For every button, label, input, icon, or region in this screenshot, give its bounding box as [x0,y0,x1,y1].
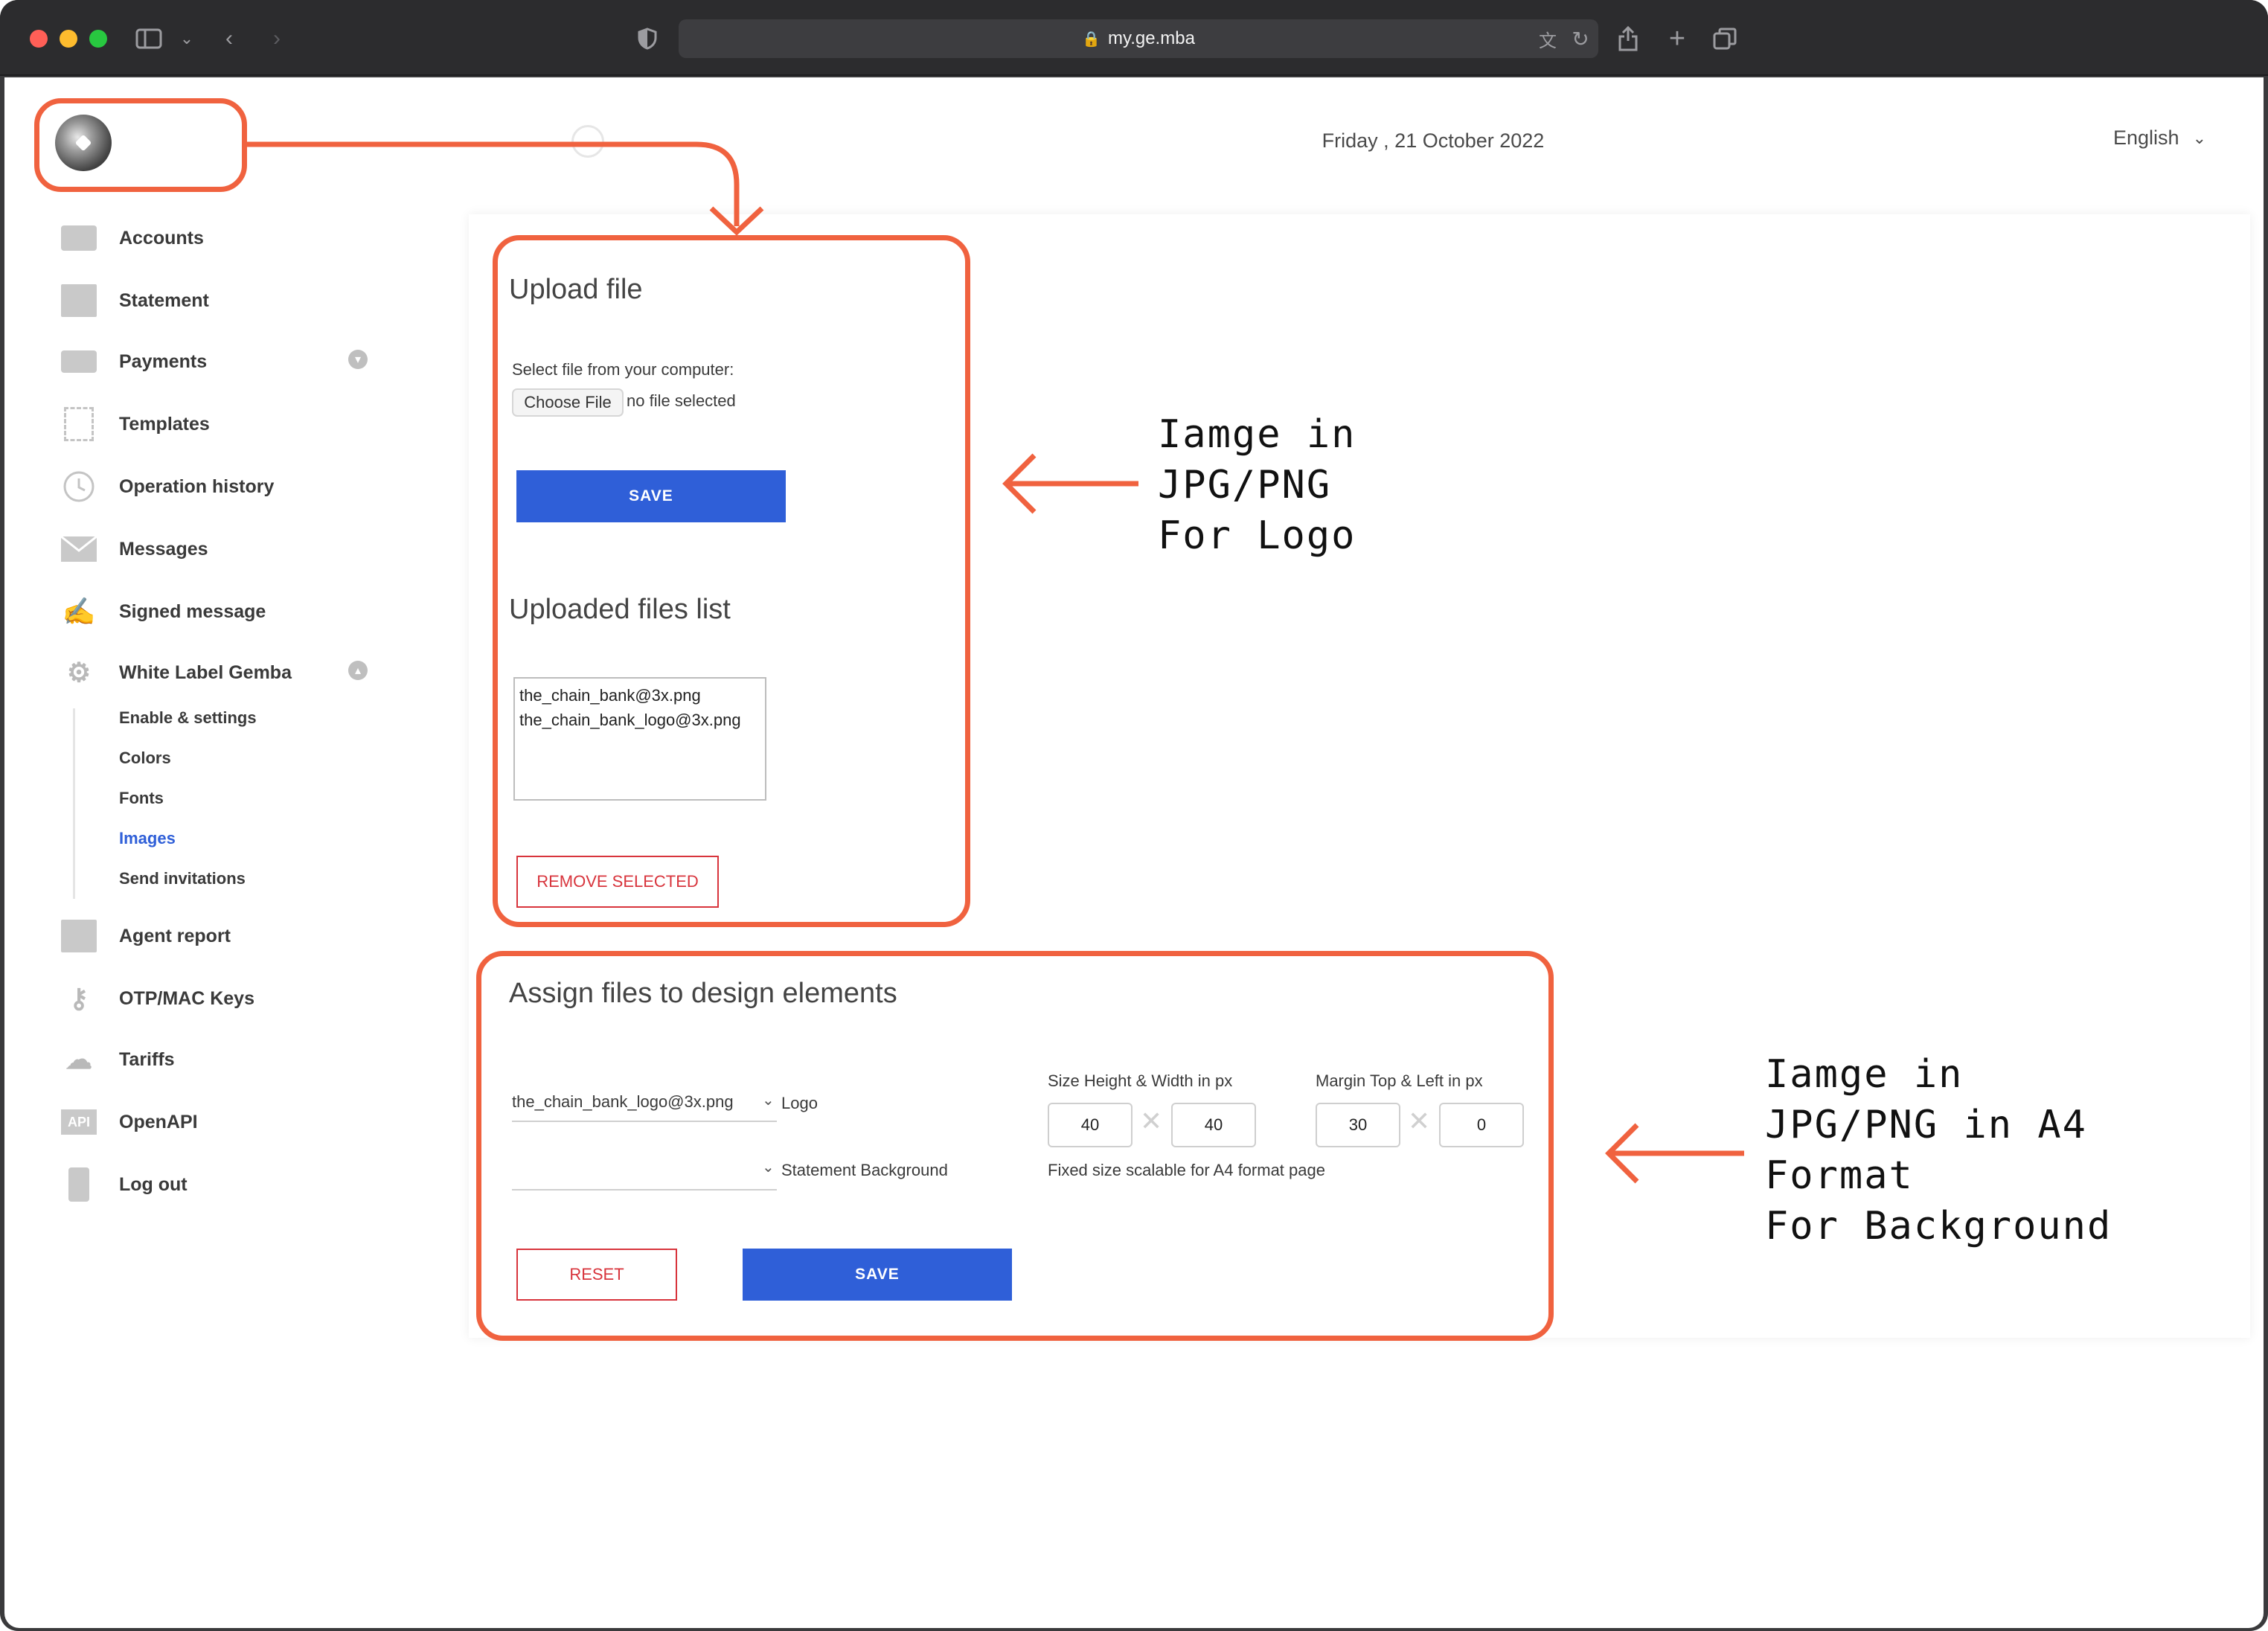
privacy-shield-icon[interactable] [632,22,662,55]
logo-note-line: Iamge in [1158,412,1356,457]
translate-icon[interactable]: 文 [1533,22,1563,55]
forward-arrow-icon[interactable]: › [263,22,290,55]
minimize-window-button[interactable] [60,30,77,48]
logo-note-line: JPG/PNG [1158,463,1332,507]
logo-note: Iamge in JPG/PNG For Logo [1158,409,1356,561]
background-note-line: JPG/PNG in A4 [1765,1103,2087,1147]
logo-to-upload-arrow [247,141,740,226]
background-note-line: Format [1765,1153,1914,1198]
annotation-arrows [247,141,1744,1184]
browser-window: ⌄ ‹ › 🔒 my.ge.mba 文 ↻ + Friday , 21 Octo… [0,0,2268,1631]
browser-toolbar: ⌄ ‹ › 🔒 my.ge.mba 文 ↻ + [0,0,2268,76]
address-bar[interactable]: 🔒 my.ge.mba [679,19,1598,58]
maximize-window-button[interactable] [89,30,107,48]
web-page: Friday , 21 October 2022 English ⌄ Accou… [4,77,2264,1628]
background-note-line: Iamge in [1765,1052,1964,1097]
back-arrow-icon[interactable]: ‹ [216,22,243,55]
reload-icon[interactable]: ↻ [1567,22,1594,55]
url-text: my.ge.mba [1107,28,1195,48]
share-icon[interactable] [1613,22,1643,55]
sidebar-toggle-icon[interactable] [132,22,165,55]
chevron-down-icon[interactable]: ⌄ [176,22,198,55]
background-note: Iamge in JPG/PNG in A4 Format For Backgr… [1765,1049,2112,1252]
tab-overview-icon[interactable] [1710,22,1740,55]
lock-icon: 🔒 [1082,31,1101,48]
background-note-line: For Background [1765,1204,2112,1249]
close-window-button[interactable] [30,30,48,48]
new-tab-icon[interactable]: + [1662,22,1692,55]
logo-note-line: For Logo [1158,513,1356,558]
